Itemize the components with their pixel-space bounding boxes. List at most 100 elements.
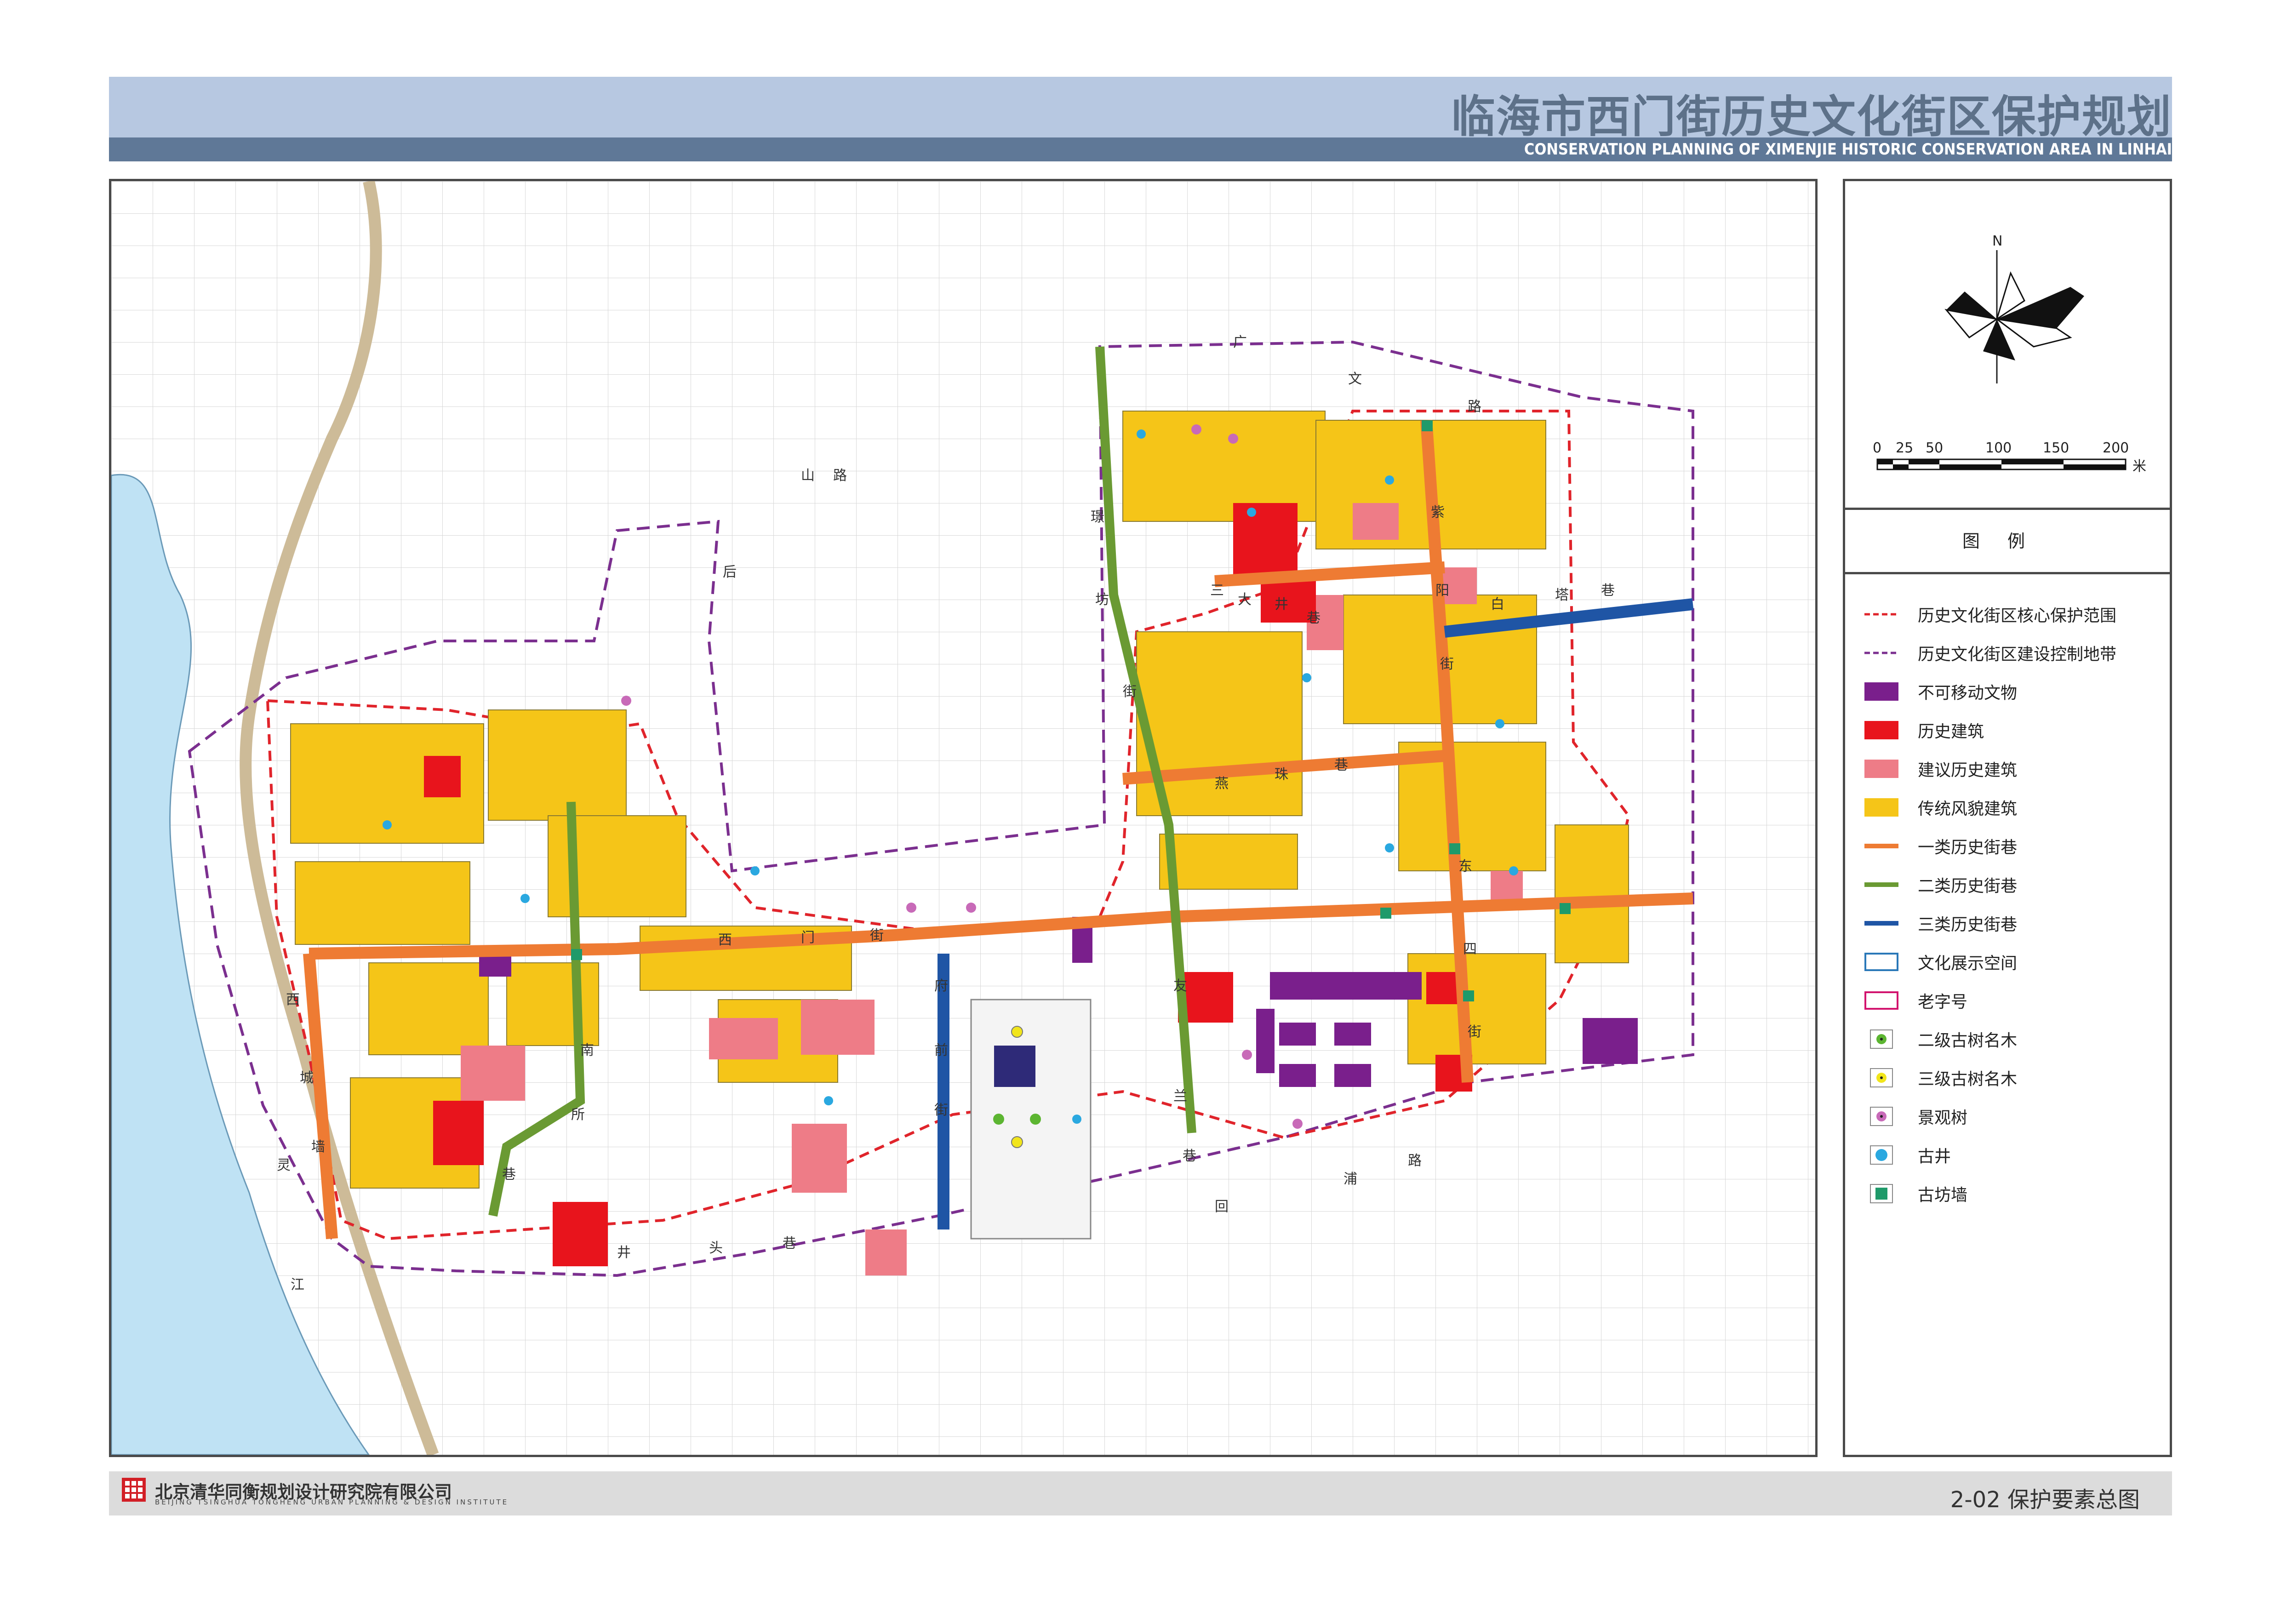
legend-label: 三类历史街巷: [1918, 915, 2018, 934]
gate-wall-icon: [1864, 1184, 1899, 1204]
river-label: 灵: [277, 1157, 291, 1173]
landscape-tree-icon: [1864, 1106, 1899, 1127]
sheet-title: 2-02 保护要素总图: [1950, 1487, 2140, 1513]
legend-item: 三类历史街巷: [1864, 904, 2158, 943]
street-label: 巷: [1307, 610, 1321, 626]
scale-tick: 0: [1873, 440, 1881, 456]
legend-list: 历史文化街区核心保护范围 历史文化街区建设控制地带 不可移动文物 历史建筑 建议…: [1864, 595, 2158, 1213]
legend-label: 古井: [1918, 1147, 1951, 1166]
organization-name-en: BEIJING TSINGHUA TONGHENG URBAN PLANNING…: [155, 1498, 509, 1506]
street-label: 紫: [1431, 504, 1445, 520]
legend-label: 一类历史街巷: [1918, 838, 2018, 857]
yellow-tree-icon: [1864, 1068, 1899, 1088]
street-label: 阳: [1435, 583, 1449, 599]
scale-tick: 50: [1926, 440, 1943, 456]
legend-label: 文化展示空间: [1918, 954, 2018, 973]
street-label: 路: [833, 468, 847, 484]
legend-item: 历史文化街区核心保护范围: [1864, 595, 2158, 634]
street-label: 街: [1123, 684, 1137, 700]
page-title: 临海市西门街历史文化街区保护规划: [1451, 91, 2172, 143]
street-label: 路: [1468, 399, 1481, 415]
legend-item: 一类历史街巷: [1864, 827, 2158, 865]
blue-outline-icon: [1864, 952, 1899, 972]
street-label: 巷: [1183, 1148, 1196, 1164]
orange-line-icon: [1864, 836, 1899, 856]
map-panel[interactable]: 灵 江 广 文 路 山 路 后 璟 坊 街 三 大 井 巷 紫 阳 街 白 塔 …: [109, 179, 1818, 1457]
legend-item: 不可移动文物: [1864, 672, 2158, 711]
legend-item: 景观树: [1864, 1097, 2158, 1136]
street-label: 前: [934, 1042, 948, 1058]
yellow-swatch-icon: [1864, 797, 1899, 818]
street-label: 街: [934, 1102, 948, 1118]
scale-bar: 0 25 50 100 150 200 米: [1873, 440, 2146, 475]
legend-divider: [1845, 508, 2170, 510]
street-label: 文: [1348, 371, 1362, 387]
legend-label: 传统风貌建筑: [1918, 800, 2018, 818]
legend-label: 老字号: [1918, 993, 1968, 1012]
street-label: 广: [1233, 334, 1247, 350]
legend-divider: [1845, 572, 2170, 574]
street-label: 坊: [1095, 592, 1109, 608]
blue-line-icon: [1864, 913, 1899, 933]
scale-tick: 100: [1985, 440, 2012, 456]
street-label: 巷: [1601, 583, 1615, 599]
street-label: 浦: [1343, 1171, 1357, 1187]
street-label: 门: [801, 930, 815, 946]
legend-item: 文化展示空间: [1864, 943, 2158, 981]
legend-label: 不可移动文物: [1918, 684, 2018, 703]
street-label: 城: [300, 1070, 314, 1086]
street-label: 井: [617, 1245, 631, 1261]
street-label: 后: [723, 564, 737, 580]
river-label: 江: [291, 1277, 304, 1293]
street-label: 友: [1173, 978, 1187, 994]
green-tree-icon: [1864, 1029, 1899, 1049]
page-subtitle: CONSERVATION PLANNING OF XIMENJIE HISTOR…: [1524, 140, 2172, 159]
legend-item: 历史建筑: [1864, 711, 2158, 749]
purple-swatch-icon: [1864, 681, 1899, 702]
well-icon: [1864, 1145, 1899, 1165]
company-logo-icon: [122, 1478, 146, 1502]
legend-item: 传统风貌建筑: [1864, 788, 2158, 827]
street-label: 塔: [1555, 587, 1569, 603]
museum-building: [994, 1046, 1035, 1087]
legend-panel: N 0 25 50 100 150 200 米 图例 历史文化街区核心保护范围 …: [1843, 179, 2172, 1457]
street-label: 璟: [1091, 509, 1104, 525]
legend-item: 二类历史街巷: [1864, 865, 2158, 904]
magenta-outline-icon: [1864, 990, 1899, 1011]
street-label: 大: [1238, 592, 1252, 608]
scale-unit: 米: [2132, 458, 2146, 475]
street-label: 府: [934, 978, 948, 994]
scale-tick: 150: [2043, 440, 2069, 456]
pink-swatch-icon: [1864, 759, 1899, 779]
street-label: 西: [718, 932, 732, 948]
street-label: 回: [1215, 1199, 1229, 1215]
legend-label: 建议历史建筑: [1918, 761, 2018, 780]
street-label: 南: [580, 1042, 594, 1058]
dashed-red-line-icon: [1864, 604, 1899, 624]
red-swatch-icon: [1864, 720, 1899, 740]
legend-item: 三级古树名木: [1864, 1058, 2158, 1097]
street-label: 山: [801, 468, 815, 484]
scale-tick: 25: [1896, 440, 1913, 456]
legend-item: 建议历史建筑: [1864, 749, 2158, 788]
street-label: 头: [709, 1240, 723, 1256]
green-line-icon: [1864, 875, 1899, 895]
street-label: 白: [1491, 596, 1504, 612]
legend-item: 老字号: [1864, 981, 2158, 1020]
map-canvas: 灵 江 广 文 路 山 路 后 璟 坊 街 三 大 井 巷 紫 阳 街 白 塔 …: [111, 181, 1815, 1455]
legend-label: 古坊墙: [1918, 1186, 1968, 1205]
legend-label: 历史文化街区建设控制地带: [1918, 645, 2117, 664]
north-arrow-icon: N: [1944, 233, 2084, 383]
legend-title: 图例: [1962, 531, 2052, 551]
legend-label: 景观树: [1918, 1109, 1968, 1127]
street-label: 东: [1458, 858, 1472, 875]
footer: 北京清华同衡规划设计研究院有限公司 BEIJING TSINGHUA TONGH…: [109, 1471, 2172, 1515]
street-label: 西: [286, 992, 300, 1008]
legend-label: 三级古树名木: [1918, 1070, 2018, 1089]
legend-label: 历史文化街区核心保护范围: [1918, 606, 2117, 625]
legend-item: 历史文化街区建设控制地带: [1864, 634, 2158, 672]
legend-item: 二级古树名木: [1864, 1020, 2158, 1058]
street-label: 街: [870, 927, 884, 944]
street-label: 巷: [1334, 757, 1348, 773]
street-label: 兰: [1173, 1088, 1187, 1104]
